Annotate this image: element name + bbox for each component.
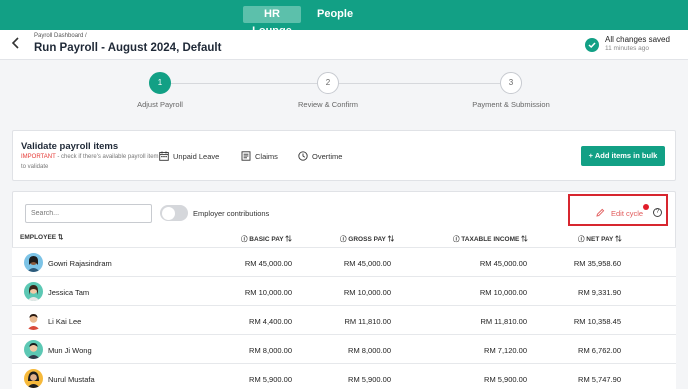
unpaid-leave-chip[interactable]: Unpaid Leave (159, 150, 219, 162)
avatar (24, 369, 43, 388)
step-2-label: Review & Confirm (297, 100, 358, 109)
table-row[interactable]: Nurul Mustafa RM 5,900.00 RM 5,900.00 RM… (12, 363, 676, 389)
validate-note: IMPORTANT - check if there's available p… (21, 153, 161, 172)
gross-pay-cell: RM 11,810.00 (344, 317, 391, 326)
page-title: Run Payroll - August 2024, Default (34, 42, 222, 54)
column-header-employee[interactable]: EMPLOYEE ⇅ (20, 233, 63, 241)
net-pay-cell: RM 10,358.45 (573, 317, 621, 326)
toggle-label: Employer contributions (193, 209, 270, 218)
net-pay-cell: RM 6,762.00 (578, 346, 621, 355)
employee-name[interactable]: Nurul Mustafa (48, 375, 95, 384)
taxable-income-cell: RM 5,900.00 (484, 375, 527, 384)
gross-pay-cell: RM 5,900.00 (348, 375, 391, 384)
table-row[interactable]: Li Kai Lee RM 4,400.00 RM 11,810.00 RM 1… (12, 305, 676, 334)
save-status: All changes saved (605, 35, 670, 44)
important-label: IMPORTANT (21, 154, 56, 160)
pencil-icon[interactable] (596, 208, 605, 217)
table-row[interactable]: Jessica Tam RM 10,000.00 RM 10,000.00 RM… (12, 276, 676, 305)
employer-contributions-toggle[interactable] (160, 205, 188, 221)
taxable-income-cell: RM 10,000.00 (479, 288, 527, 297)
nav-tab-hr-lounge[interactable]: HR Lounge (243, 6, 301, 37)
basic-pay-cell: RM 4,400.00 (249, 317, 292, 326)
net-pay-cell: RM 5,747.90 (578, 375, 621, 384)
basic-pay-cell: RM 10,000.00 (244, 288, 292, 297)
table-row[interactable]: Mun Ji Wong RM 8,000.00 RM 8,000.00 RM 7… (12, 334, 676, 363)
avatar (24, 340, 43, 359)
basic-pay-cell: RM 5,900.00 (249, 375, 292, 384)
breadcrumb[interactable]: Payroll Dashboard / (34, 33, 87, 39)
employee-name[interactable]: Jessica Tam (48, 288, 89, 297)
clock-icon (298, 151, 308, 161)
gross-pay-cell: RM 45,000.00 (343, 259, 391, 268)
net-pay-cell: RM 35,958.60 (573, 259, 621, 268)
toggle-knob (161, 206, 175, 220)
employee-name[interactable]: Mun Ji Wong (48, 346, 92, 355)
help-icon[interactable]: ? (653, 208, 662, 217)
back-arrow-icon[interactable] (11, 36, 21, 52)
page-header: Payroll Dashboard / Run Payroll - August… (0, 30, 688, 60)
step-1-label: Adjust Payroll (137, 100, 183, 109)
taxable-income-cell: RM 11,810.00 (480, 317, 527, 326)
validate-title: Validate payroll items (21, 141, 119, 152)
column-header-net-pay[interactable]: ⓘ NET PAY ⇅ (578, 233, 622, 243)
receipt-icon (241, 151, 251, 161)
chip-label: Claims (255, 151, 278, 161)
step-3-label: Payment & Submission (472, 100, 550, 109)
avatar (24, 253, 43, 272)
column-header-gross-pay[interactable]: ⓘ GROSS PAY ⇅ (340, 233, 394, 243)
overtime-chip[interactable]: Overtime (298, 150, 342, 162)
step-connector (171, 83, 317, 84)
nav-tab-people[interactable]: People (317, 6, 353, 23)
column-header-taxable-income[interactable]: ⓘ TAXABLE INCOME ⇅ (453, 233, 528, 243)
taxable-income-cell: RM 45,000.00 (479, 259, 527, 268)
add-items-in-bulk-button[interactable]: + Add items in bulk (581, 146, 665, 166)
avatar (24, 282, 43, 301)
search-input[interactable] (25, 204, 152, 223)
notification-dot (643, 204, 649, 210)
step-connector (339, 83, 500, 84)
check-circle-icon (585, 38, 599, 52)
step-2-circle[interactable]: 2 (317, 72, 339, 94)
save-time: 11 minutes ago (605, 45, 649, 52)
claims-chip[interactable]: Claims (241, 150, 278, 162)
employee-name[interactable]: Gowri Rajasindram (48, 259, 112, 268)
edit-cycle-button[interactable]: Edit cycle (611, 209, 643, 218)
table-row[interactable]: Gowri Rajasindram RM 45,000.00 RM 45,000… (12, 247, 676, 276)
gross-pay-cell: RM 10,000.00 (343, 288, 391, 297)
net-pay-cell: RM 9,331.90 (578, 288, 621, 297)
basic-pay-cell: RM 8,000.00 (249, 346, 292, 355)
chip-label: Overtime (312, 151, 343, 161)
step-1-circle[interactable]: 1 (149, 72, 171, 94)
taxable-income-cell: RM 7,120.00 (484, 346, 527, 355)
basic-pay-cell: RM 45,000.00 (244, 259, 292, 268)
column-header-basic-pay[interactable]: ⓘ BASIC PAY ⇅ (241, 233, 292, 243)
calendar-icon (159, 151, 169, 161)
chip-label: Unpaid Leave (173, 151, 220, 161)
gross-pay-cell: RM 8,000.00 (348, 346, 391, 355)
step-3-circle[interactable]: 3 (500, 72, 522, 94)
avatar (24, 311, 43, 330)
employee-name[interactable]: Li Kai Lee (48, 317, 81, 326)
